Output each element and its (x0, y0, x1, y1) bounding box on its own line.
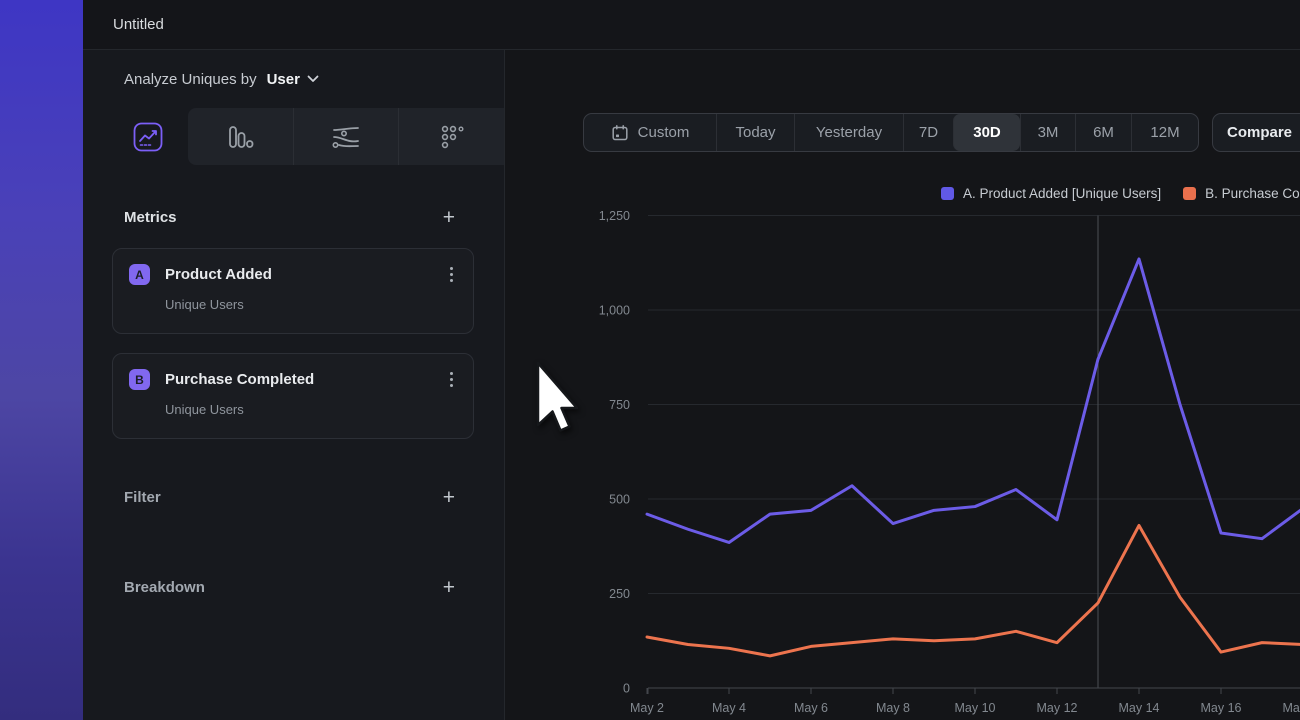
metric-card-b-toprow: B Purchase Completed (129, 368, 459, 391)
metrics-header-label: Metrics (124, 209, 177, 226)
analyze-by-label: Analyze Uniques by (124, 71, 257, 88)
tab-line-chart[interactable] (108, 108, 188, 165)
chart-type-tabs (83, 108, 504, 165)
chart-gridlines (648, 216, 1300, 594)
app-screen: Untitled Analyze Uniques by User (0, 0, 1300, 720)
metric-card-a[interactable]: A Product Added Unique Users (112, 248, 474, 334)
metric-a-title: Product Added (165, 266, 444, 283)
x-tick-label: May 4 (712, 701, 746, 715)
flow-icon (331, 124, 361, 150)
metric-a-subtitle: Unique Users (165, 297, 459, 312)
tab-flow[interactable] (293, 108, 399, 165)
line-chart[interactable]: 0 250 500 750 1,000 1,250 May 2 May 4 May 6 May 8… (505, 50, 1300, 715)
x-tick-label: May 8 (876, 701, 910, 715)
metric-card-a-toprow: A Product Added (129, 263, 459, 286)
bar-chart-icon (226, 123, 254, 151)
metric-card-b[interactable]: B Purchase Completed Unique Users (112, 353, 474, 439)
series-line-a (647, 259, 1300, 542)
breakdown-header: Breakdown + (83, 573, 504, 601)
analyze-by-selector[interactable]: User (267, 71, 319, 88)
filter-header: Filter + (83, 483, 504, 511)
add-breakdown-button[interactable]: + (443, 577, 455, 598)
left-nav-strip (0, 0, 83, 720)
metric-cards: A Product Added Unique Users B Purchase … (83, 231, 504, 439)
x-tick-label: May 18 (1283, 701, 1300, 715)
y-tick-label: 1,000 (599, 304, 630, 318)
tab-grid[interactable] (398, 108, 504, 165)
y-tick-label: 500 (609, 493, 630, 507)
content-row: Analyze Uniques by User (83, 50, 1300, 720)
metric-b-subtitle: Unique Users (165, 402, 459, 417)
y-tick-label: 0 (623, 682, 630, 696)
breakdown-header-label: Breakdown (124, 579, 205, 596)
metric-b-title: Purchase Completed (165, 371, 444, 388)
chart-panel: Custom Today Yesterday 7D 30D 3M 6M 12M … (505, 50, 1300, 720)
x-tick-label: May 2 (630, 701, 664, 715)
filter-header-label: Filter (124, 489, 161, 506)
grid-icon (438, 123, 466, 151)
query-builder-panel: Analyze Uniques by User (83, 50, 505, 720)
top-bar: Untitled (83, 0, 1300, 50)
app-window: Untitled Analyze Uniques by User (83, 0, 1300, 720)
chart-axis (647, 688, 1300, 694)
y-tick-label: 750 (609, 398, 630, 412)
x-tick-label: May 10 (955, 701, 996, 715)
line-chart-icon (133, 122, 163, 152)
chart-type-tabstrip (188, 108, 504, 165)
add-metric-button[interactable]: + (443, 207, 455, 228)
analyze-by-value: User (267, 71, 300, 88)
x-tick-label: May 6 (794, 701, 828, 715)
x-tick-label: May 16 (1201, 701, 1242, 715)
y-tick-label: 1,250 (599, 209, 630, 223)
x-tick-label: May 14 (1119, 701, 1160, 715)
metric-b-badge: B (129, 369, 150, 390)
metric-b-kebab-menu-icon[interactable] (444, 368, 459, 391)
metrics-header: Metrics + (83, 203, 504, 231)
analyze-by-row: Analyze Uniques by User (83, 50, 504, 108)
add-filter-button[interactable]: + (443, 487, 455, 508)
x-tick-label: May 12 (1037, 701, 1078, 715)
series-line-b (647, 525, 1300, 655)
document-title[interactable]: Untitled (113, 16, 164, 33)
y-tick-label: 250 (609, 587, 630, 601)
metric-a-badge: A (129, 264, 150, 285)
chart-series-lines (647, 259, 1300, 656)
chevron-down-icon (307, 75, 319, 83)
tab-bar-chart[interactable] (188, 108, 293, 165)
metric-a-kebab-menu-icon[interactable] (444, 263, 459, 286)
